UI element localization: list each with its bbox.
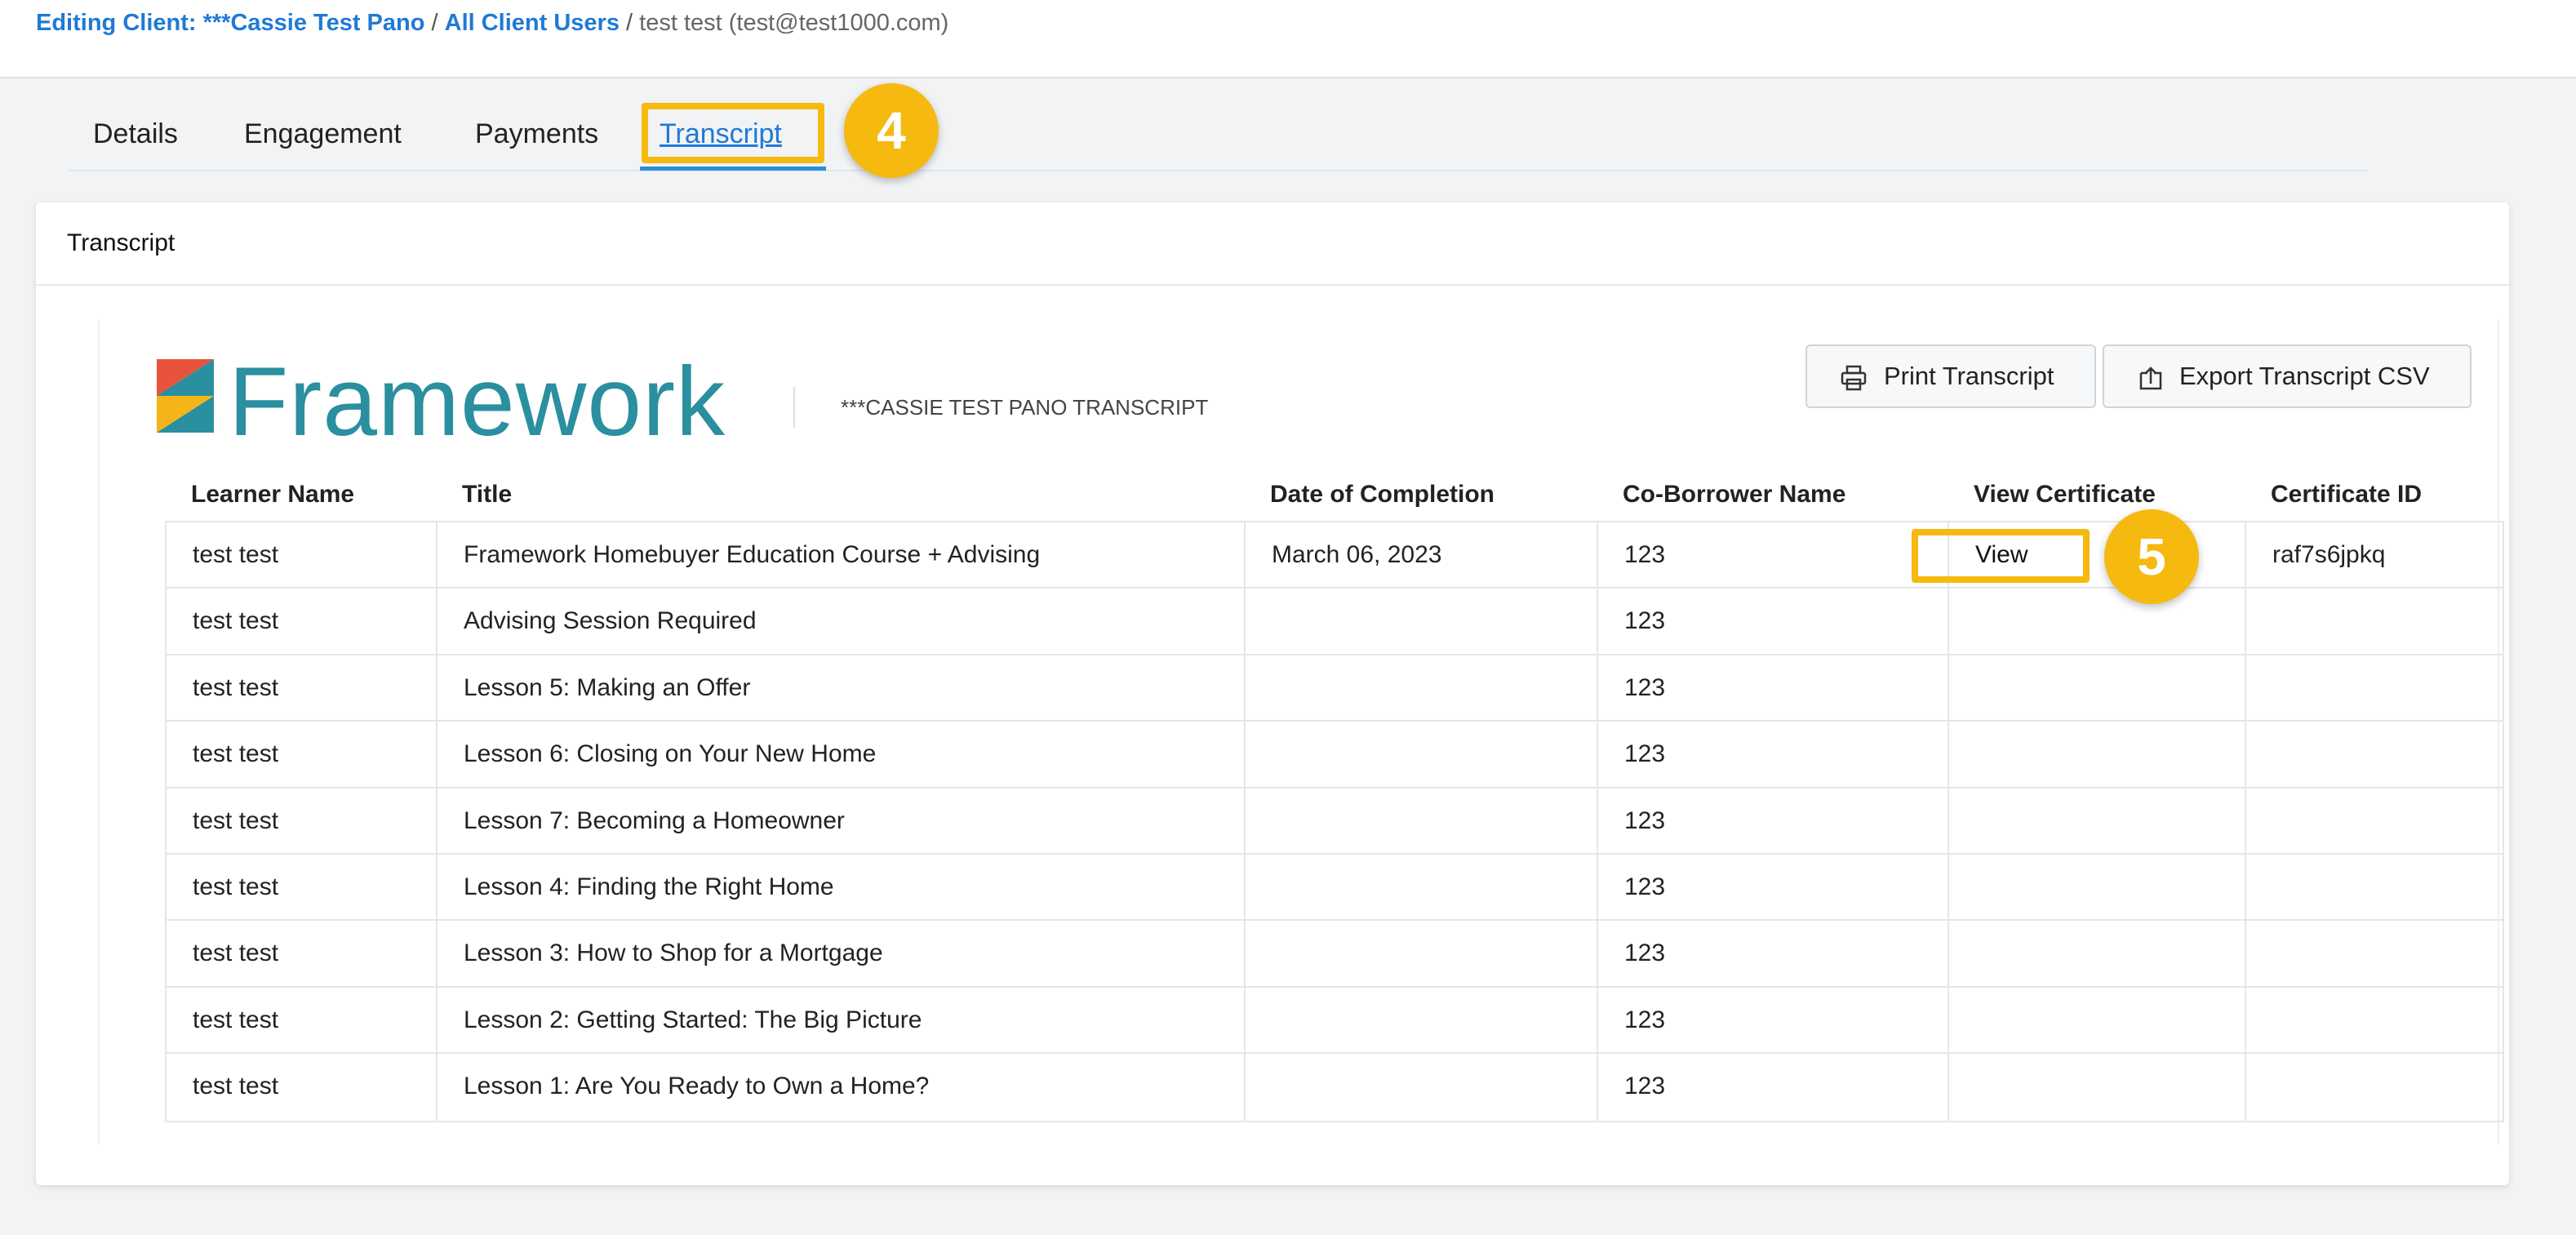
framework-logo-mark-icon [157,359,214,433]
breadcrumb: Editing Client: ***Cassie Test Pano / Al… [36,8,948,38]
print-transcript-label: Print Transcript [1884,362,2054,390]
column-header-date-of-completion: Date of Completion [1270,481,1495,508]
card-title: Transcript [67,229,175,256]
cell-certificate-id [2246,722,2506,786]
cell-co-borrower-name: 123 [1598,987,1949,1053]
export-transcript-label: Export Transcript CSV [2179,362,2430,390]
cell-certificate-id [2246,655,2506,720]
tab-engagement[interactable]: Engagement [244,98,402,170]
annotation-highlight-view [1912,529,2090,583]
cell-date-of-completion [1246,722,1598,787]
cell-learner-name: test test [167,921,437,986]
top-bar: Editing Client: ***Cassie Test Pano / Al… [0,0,2576,78]
cell-view-certificate [1949,854,2246,920]
card-header: Transcript [36,202,2509,286]
cell-date-of-completion [1246,854,1598,920]
cell-certificate-id: raf7s6jpkq [2272,541,2386,568]
cell-learner-name: test test [167,655,437,721]
table-row: test test Lesson 7: Becoming a Homeowner… [167,788,2506,855]
framework-logo: Framework [157,353,728,451]
logo-divider [793,387,795,428]
cell-learner-name: test test [167,522,437,588]
cell-view-certificate [1949,921,2246,986]
cell-view-certificate [1949,722,2246,787]
column-header-view-certificate: View Certificate [1974,481,2156,508]
cell-certificate-id [2246,921,2506,985]
breadcrumb-separator: / [424,10,445,36]
cell-co-borrower-name: 123 [1598,522,1949,588]
table-row: test test Lesson 6: Closing on Your New … [167,722,2506,789]
cell-title: Lesson 6: Closing on Your New Home [437,722,1246,787]
table-row: test test Lesson 5: Making an Offer 123 [167,655,2503,722]
transcript-card: Transcript Framework ***CASSIE TEST PANO… [36,202,2509,1185]
column-header-co-borrower-name: Co-Borrower Name [1623,481,1846,508]
tab-details[interactable]: Details [93,98,178,170]
column-header-learner-name: Learner Name [191,481,355,508]
cell-learner-name: test test [167,722,437,787]
cell-co-borrower-name: 123 [1598,788,1949,853]
cell-title: Lesson 2: Getting Started: The Big Pictu… [437,987,1246,1053]
cell-certificate-id [2246,589,2506,653]
cell-co-borrower-name: 123 [1598,655,1949,721]
cell-title: Lesson 1: Are You Ready to Own a Home? [437,1054,1246,1121]
cell-certificate-id [2246,855,2506,919]
cell-date-of-completion [1246,655,1598,721]
transcript-panel: Framework ***CASSIE TEST PANO TRANSCRIPT… [98,320,2504,1144]
cell-co-borrower-name: 123 [1598,589,1949,654]
breadcrumb-separator: / [619,10,640,36]
cell-certificate-id [2246,789,2506,853]
cell-title: Advising Session Required [437,589,1246,654]
table-body: test test Framework Homebuyer Education … [165,521,2504,1122]
cell-learner-name: test test [167,854,437,920]
cell-date-of-completion [1246,1054,1598,1121]
cell-view-certificate [1949,655,2246,721]
active-tab-indicator [640,167,826,171]
cell-title: Lesson 3: How to Shop for a Mortgage [437,921,1246,986]
cell-co-borrower-name: 123 [1598,722,1949,787]
annotation-highlight-tab [642,103,824,163]
breadcrumb-users-link[interactable]: All Client Users [445,10,620,36]
cell-date-of-completion [1246,589,1598,654]
table-row: test test Lesson 2: Getting Started: The… [167,987,2506,1055]
breadcrumb-current: test test (test@test1000.com) [639,10,949,36]
cell-title: Lesson 7: Becoming a Homeowner [437,788,1246,853]
framework-logo-text: Framework [229,347,726,456]
cell-learner-name: test test [167,788,437,853]
column-header-title: Title [462,481,513,508]
cell-view-certificate [1949,1054,2246,1121]
annotation-step-badge: 5 [2104,509,2199,604]
cell-view-certificate [1949,987,2246,1053]
cell-learner-name: test test [167,1054,437,1121]
annotation-step-badge: 4 [844,83,939,178]
cell-date-of-completion [1246,987,1598,1053]
cell-learner-name: test test [167,589,437,654]
cell-title: Framework Homebuyer Education Course + A… [437,522,1246,588]
cell-title: Lesson 5: Making an Offer [437,655,1246,721]
cell-co-borrower-name: 123 [1598,854,1949,920]
cell-date-of-completion [1246,788,1598,853]
table-row: test test Lesson 1: Are You Ready to Own… [167,1054,2506,1121]
cell-certificate-id [2246,1054,2506,1120]
table-row: test test Lesson 3: How to Shop for a Mo… [167,921,2506,988]
cell-date-of-completion [1246,921,1598,986]
export-icon [2139,367,2162,390]
cell-title: Lesson 4: Finding the Right Home [437,854,1246,920]
cell-certificate-id [2246,988,2506,1052]
export-transcript-csv-button[interactable]: Export Transcript CSV [2103,344,2472,408]
printer-icon [1841,365,1867,391]
transcript-label: ***CASSIE TEST PANO TRANSCRIPT [841,395,1209,420]
table-row: test test Lesson 4: Finding the Right Ho… [167,854,2506,922]
tab-payments[interactable]: Payments [475,98,598,170]
cell-date-of-completion: March 06, 2023 [1246,522,1598,588]
print-transcript-button[interactable]: Print Transcript [1805,344,2096,408]
column-header-certificate-id: Certificate ID [2271,481,2423,508]
cell-co-borrower-name: 123 [1598,921,1949,986]
cell-co-borrower-name: 123 [1598,1054,1949,1121]
tab-bar: Details Engagement Payments Transcript [69,98,2367,171]
cell-view-certificate [1949,788,2246,853]
cell-view-certificate [1949,589,2246,654]
cell-learner-name: test test [167,987,437,1053]
breadcrumb-client-link[interactable]: Editing Client: ***Cassie Test Pano [36,10,424,36]
